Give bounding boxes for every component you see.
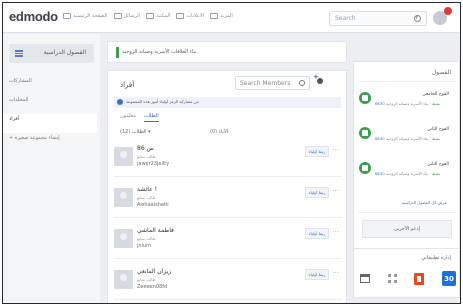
apps-row: 30 (360, 271, 456, 286)
link-parents-button[interactable]: ربط أولياء (305, 228, 329, 239)
chevron-down-icon[interactable]: ▾ (415, 14, 418, 21)
class-icon (359, 92, 371, 104)
tab-teachers[interactable]: معلمون (120, 113, 136, 122)
class-title: بناء العلاقات الأسرية وصيانة الزوجية (122, 49, 197, 55)
sort-dropdown[interactable]: الطلاب (12) ▾ (120, 129, 151, 135)
calendar-icon[interactable]: 30 (441, 271, 456, 286)
classes-panel: الفصول الفوج الجامعي 6630 نشط · بناء الأ… (353, 61, 460, 271)
store-icon[interactable] (360, 274, 370, 283)
class-item[interactable]: الفوج الجامعي 6630 نشط · بناء الأسرية وص… (354, 89, 460, 119)
link-parents-button[interactable]: ربط أولياء (305, 187, 329, 198)
top-bar: edmodo الصفحة الرئيسية الرسائل المكتبة ا… (3, 3, 460, 33)
global-search-input[interactable]: Search (329, 11, 427, 26)
more-options-icon[interactable]: ··· (332, 187, 339, 195)
list-item[interactable]: فاطمة الماشي طالب سابع jnlum ربط أولياء … (114, 223, 342, 259)
apps-title: إدارة تطبيقاتي (421, 255, 451, 261)
edmodo-logo[interactable]: edmodo (9, 9, 58, 24)
nav-home[interactable]: الصفحة الرئيسية (63, 13, 108, 19)
class-header: بناء العلاقات الأسرية وصيانة الزوجية (107, 41, 347, 63)
more-icon (210, 13, 219, 19)
class-item[interactable]: الفوج الثاني 6630 نشط · بناء الأسرية وصي… (354, 159, 460, 189)
class-icon (359, 127, 371, 139)
class-color-bar (116, 47, 119, 58)
divider (358, 212, 456, 213)
invite-button[interactable]: إدعو الآخرين (362, 220, 452, 238)
avatar (114, 188, 133, 207)
view-all-classes-link[interactable]: عرض كل الفصول الدراسية (402, 200, 447, 205)
sidebar-nav: المشاركات المجلدات أفراد + إنشاء مجموعة … (3, 76, 97, 152)
link-parents-button[interactable]: ربط أولياء (305, 269, 329, 280)
info-banner: من مشاركة الرمز أولياء أمور هذه المجموعة (114, 97, 341, 108)
list-item[interactable]: 86 س طالب سابع jawer23jeilty ربط أولياء … (114, 141, 342, 177)
members-panel: أفراد Search Members من مشاركة الرمز أول… (107, 70, 347, 303)
library-icon (146, 13, 155, 19)
class-item[interactable]: الفوج الثاني 6630 نشط · بناء الأسرية وصي… (354, 124, 460, 154)
notification-badge[interactable] (444, 7, 452, 15)
sidebar-item-create-small-group[interactable]: + إنشاء مجموعة صغيرة (9, 133, 97, 152)
tab-students[interactable]: الطلاب (143, 113, 159, 122)
bell-icon (176, 13, 185, 19)
avatar (114, 270, 133, 289)
messages-icon (113, 13, 122, 19)
link-parents-button[interactable]: ربط أولياء (305, 146, 329, 157)
more-options-icon[interactable]: ··· (332, 228, 339, 236)
avatar (114, 147, 133, 166)
groups-button[interactable]: الفصول الدراسية (9, 44, 94, 63)
nav-library[interactable]: المكتبة (146, 13, 170, 19)
nav-messages[interactable]: الرسائل (113, 13, 140, 19)
add-member-icon[interactable] (313, 73, 323, 84)
app-window: edmodo الصفحة الرئيسية الرسائل المكتبة ا… (2, 2, 461, 304)
office-icon[interactable] (414, 272, 425, 285)
list-item[interactable]: عائشة ! طالب سابع Aishaaishatii ربط أولي… (114, 182, 342, 218)
top-nav: الصفحة الرئيسية الرسائل المكتبة الاعلانا… (63, 13, 233, 19)
class-icon (359, 162, 371, 174)
nav-notifications[interactable]: الاعلانات (176, 13, 204, 19)
list-item[interactable]: زيزان المانعي طالب سابع Zeeeen08fd ربط أ… (114, 264, 342, 300)
left-sidebar: الفصول الدراسية المشاركات المجلدات أفراد… (3, 34, 100, 303)
classes-title: الفصول (431, 69, 451, 76)
nav-more[interactable]: المزيد (210, 13, 233, 19)
parents-count: (0) الآباء (210, 129, 229, 135)
home-icon (63, 13, 71, 19)
menu-icon (15, 50, 23, 57)
more-options-icon[interactable]: ··· (332, 146, 339, 154)
search-icon[interactable] (299, 80, 305, 86)
member-tabs: معلمون الطلاب (120, 113, 159, 122)
members-title: أفراد (120, 81, 135, 89)
more-options-icon[interactable]: ··· (332, 269, 339, 277)
grid-icon[interactable] (387, 274, 397, 283)
sidebar-item-members[interactable]: أفراد (3, 114, 97, 133)
info-icon (117, 99, 123, 105)
sidebar-item-folders[interactable]: المجلدات (9, 95, 97, 114)
sidebar-item-posts[interactable]: المشاركات (9, 76, 97, 95)
avatar (114, 229, 133, 248)
apps-panel: إدارة تطبيقاتي 30 (353, 248, 460, 298)
divider (358, 81, 456, 82)
members-search-input[interactable]: Search Members (235, 76, 310, 90)
